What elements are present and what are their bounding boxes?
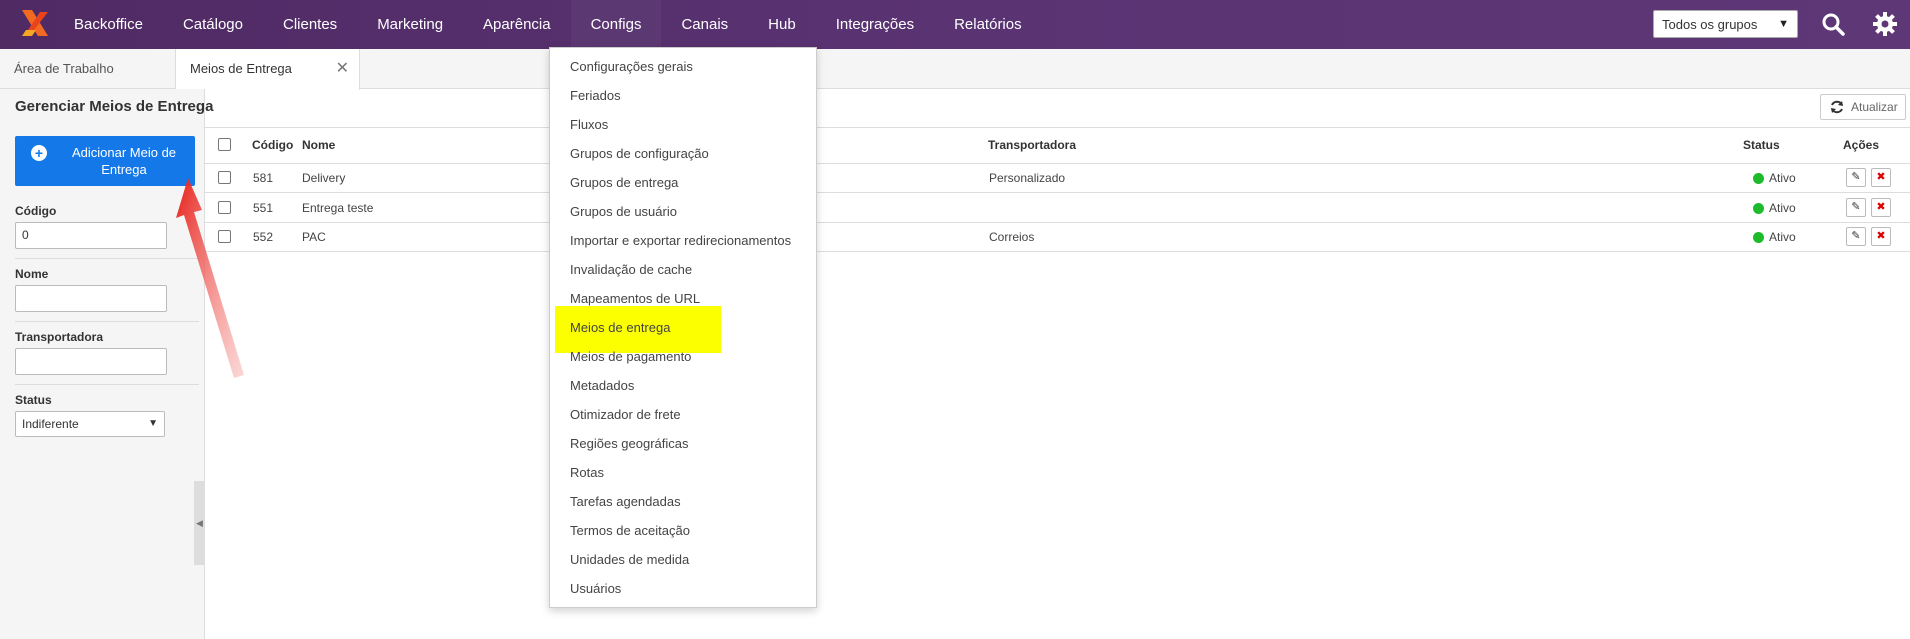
nav-relatorios[interactable]: Relatórios <box>934 0 1042 49</box>
gear-icon[interactable] <box>1872 11 1898 37</box>
table-row[interactable]: 552 PAC Correios Ativo ✎ ✖ <box>205 223 1910 252</box>
refresh-label: Atualizar <box>1851 100 1898 114</box>
top-navbar: Backoffice Catálogo Clientes Marketing A… <box>0 0 1910 49</box>
collapse-sidebar-handle[interactable]: ◀ <box>194 481 205 565</box>
menu-item-meios-pagamento[interactable]: Meios de pagamento <box>550 342 816 371</box>
page-title: Gerenciar Meios de Entrega <box>15 98 214 115</box>
edit-button[interactable]: ✎ <box>1846 168 1866 187</box>
cell-status: Ativo <box>1769 171 1796 185</box>
menu-item-meios-entrega[interactable]: Meios de entrega <box>550 313 816 342</box>
carrier-input[interactable] <box>15 348 167 375</box>
menu-item-feriados[interactable]: Feriados <box>550 81 816 110</box>
nav-catalogo[interactable]: Catálogo <box>163 0 263 49</box>
nav-aparencia[interactable]: Aparência <box>463 0 571 49</box>
cell-name: Entrega teste <box>302 201 374 215</box>
header-code[interactable]: Código <box>252 128 293 163</box>
delete-button[interactable]: ✖ <box>1871 168 1891 187</box>
menu-item-importar-exportar[interactable]: Importar e exportar redirecionamentos <box>550 226 816 255</box>
code-input[interactable]: 0 <box>15 222 167 249</box>
menu-item-invalidacao-cache[interactable]: Invalidação de cache <box>550 255 816 284</box>
cell-code: 551 <box>253 201 274 215</box>
nav-marketing[interactable]: Marketing <box>357 0 463 49</box>
close-icon: ✖ <box>1876 201 1886 213</box>
cell-code: 552 <box>253 230 274 244</box>
chevron-down-icon: ▼ <box>148 418 158 429</box>
delete-button[interactable]: ✖ <box>1871 198 1891 217</box>
close-icon[interactable]: ✕ <box>336 49 349 89</box>
status-select-value: Indiferente <box>22 417 79 431</box>
refresh-button[interactable]: Atualizar <box>1820 94 1906 120</box>
cell-code: 581 <box>253 171 274 185</box>
chevron-down-icon: ▼ <box>1778 18 1789 30</box>
tab-delivery-methods[interactable]: Meios de Entrega ✕ <box>176 49 360 90</box>
nav-canais[interactable]: Canais <box>661 0 748 49</box>
tab-label: Meios de Entrega <box>190 61 292 76</box>
pencil-icon: ✎ <box>1851 230 1861 242</box>
menu-item-tarefas-agendadas[interactable]: Tarefas agendadas <box>550 487 816 516</box>
menu-item-grupos-configuracao[interactable]: Grupos de configuração <box>550 139 816 168</box>
menu-item-config-gerais[interactable]: Configurações gerais <box>550 52 816 81</box>
status-dot-icon <box>1753 203 1764 214</box>
nav-integracoes[interactable]: Integrações <box>816 0 934 49</box>
pencil-icon: ✎ <box>1851 171 1861 183</box>
menu-item-regioes-geograficas[interactable]: Regiões geográficas <box>550 429 816 458</box>
menu-item-usuarios[interactable]: Usuários <box>550 574 816 603</box>
table-row[interactable]: 581 Delivery Personalizado Ativo ✎ ✖ <box>205 164 1910 193</box>
edit-button[interactable]: ✎ <box>1846 227 1866 246</box>
menu-item-rotas[interactable]: Rotas <box>550 458 816 487</box>
status-dot-icon <box>1753 173 1764 184</box>
group-select-value: Todos os grupos <box>1662 16 1758 32</box>
nav-hub[interactable]: Hub <box>748 0 816 49</box>
status-label: Status <box>15 393 52 407</box>
header-actions: Ações <box>1843 138 1880 152</box>
carrier-label: Transportadora <box>15 330 104 344</box>
menu-item-fluxos[interactable]: Fluxos <box>550 110 816 139</box>
menu-item-metadados[interactable]: Metadados <box>550 371 816 400</box>
refresh-icon <box>1831 100 1843 114</box>
cell-carrier: Personalizado <box>989 171 1066 185</box>
nav-clientes[interactable]: Clientes <box>263 0 357 49</box>
tab-workspace[interactable]: Área de Trabalho <box>0 49 176 89</box>
close-icon: ✖ <box>1876 171 1886 183</box>
code-label: Código <box>15 204 57 218</box>
tab-strip: Área de Trabalho Meios de Entrega ✕ <box>0 49 1910 90</box>
cell-carrier: Correios <box>989 230 1035 244</box>
cell-status: Ativo <box>1769 230 1796 244</box>
delete-button[interactable]: ✖ <box>1871 227 1891 246</box>
search-icon[interactable] <box>1820 11 1846 37</box>
nav-backoffice[interactable]: Backoffice <box>54 0 163 49</box>
menu-item-grupos-usuario[interactable]: Grupos de usuário <box>550 197 816 226</box>
menu-item-mapeamentos-url[interactable]: Mapeamentos de URL <box>550 284 816 313</box>
cell-status: Ativo <box>1769 201 1796 215</box>
status-select[interactable]: Indiferente ▼ <box>15 411 165 437</box>
cell-name: Delivery <box>302 171 346 185</box>
header-name[interactable]: Nome <box>302 128 335 163</box>
header-status[interactable]: Status <box>1743 128 1780 163</box>
edit-button[interactable]: ✎ <box>1846 198 1866 217</box>
table-header: Código Nome Transportadora Status Ações <box>205 127 1910 164</box>
select-all-checkbox[interactable] <box>218 138 231 151</box>
table-row[interactable]: 551 Entrega teste Ativo ✎ ✖ <box>205 194 1910 223</box>
nav-configs[interactable]: Configs <box>570 0 662 49</box>
name-label: Nome <box>15 267 49 281</box>
status-dot-icon <box>1753 232 1764 243</box>
menu-item-unidades-medida[interactable]: Unidades de medida <box>550 545 816 574</box>
close-icon: ✖ <box>1876 230 1886 242</box>
plus-circle-icon: + <box>31 145 47 161</box>
cell-name: PAC <box>302 230 326 244</box>
logo-icon[interactable] <box>18 6 54 42</box>
group-select[interactable]: Todos os grupos ▼ <box>1653 10 1798 38</box>
main-menu: Backoffice Catálogo Clientes Marketing A… <box>54 0 1042 49</box>
menu-item-termos-aceitacao[interactable]: Termos de aceitação <box>550 516 816 545</box>
header-carrier[interactable]: Transportadora <box>988 128 1076 163</box>
menu-item-grupos-entrega[interactable]: Grupos de entrega <box>550 168 816 197</box>
menu-item-otimizador-frete[interactable]: Otimizador de frete <box>550 400 816 429</box>
divider <box>15 384 199 385</box>
name-input[interactable] <box>15 285 167 312</box>
pencil-icon: ✎ <box>1851 201 1861 213</box>
annotation-arrow <box>176 178 244 378</box>
